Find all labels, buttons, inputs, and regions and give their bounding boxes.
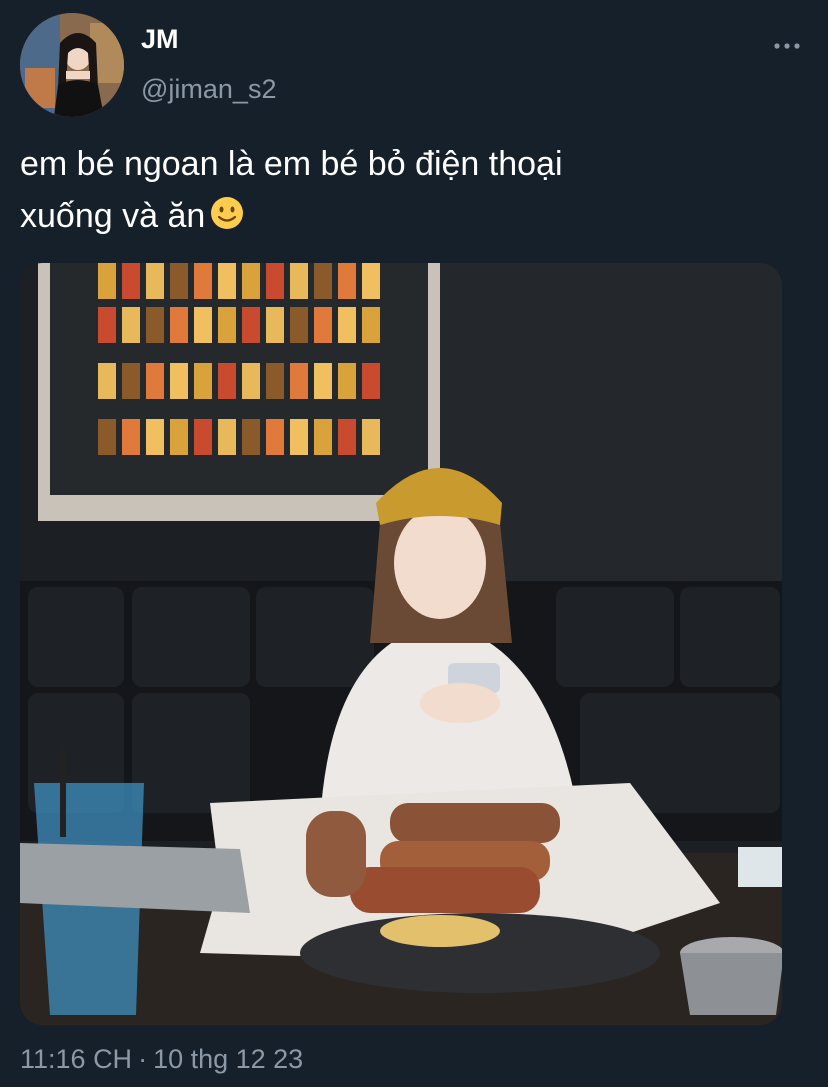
photo-image: [20, 263, 782, 1025]
tweet-timestamp[interactable]: 11:16 CH · 10 thg 12 23: [20, 1044, 303, 1075]
tweet-photo[interactable]: [20, 263, 782, 1025]
avatar-image: [20, 13, 124, 117]
author-display-name[interactable]: JM: [141, 24, 179, 55]
meta-separator: ·: [138, 1044, 148, 1074]
tweet-text-line-1: em bé ngoan là em bé bỏ điện thoại: [20, 145, 563, 183]
tweet-text-line-2: xuống và ăn: [20, 197, 206, 235]
more-options-button[interactable]: [773, 34, 801, 58]
author-handle[interactable]: @jiman_s2: [141, 74, 276, 105]
tweet-text: em bé ngoan là em bé bỏ điện thoại xuống…: [20, 138, 800, 246]
author-avatar[interactable]: [20, 13, 124, 117]
slightly-smiling-face-icon: [209, 194, 245, 246]
more-dots-icon: [774, 43, 800, 49]
tweet-time: 11:16 CH: [20, 1044, 133, 1074]
tweet-date: 10 thg 12 23: [153, 1044, 304, 1074]
